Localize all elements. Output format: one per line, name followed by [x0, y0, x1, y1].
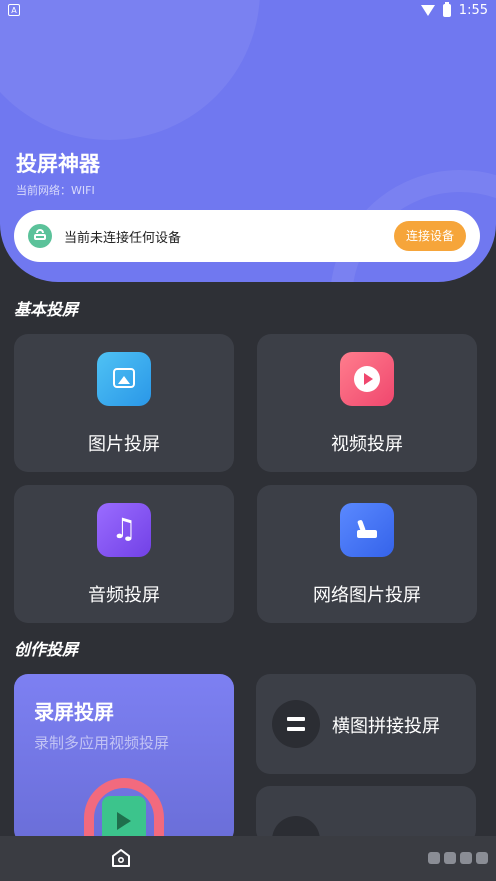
- tile-video-cast[interactable]: 视频投屏: [257, 334, 477, 472]
- screen-record-card[interactable]: 录屏投屏 录制多应用视频投屏: [14, 674, 234, 844]
- web-image-icon: [340, 503, 394, 557]
- section-title-creative: 创作投屏: [14, 640, 79, 659]
- tile-label: 视频投屏: [331, 434, 403, 455]
- notification-icon: A: [8, 4, 20, 16]
- image-icon: [97, 352, 151, 406]
- tile-image-cast[interactable]: 图片投屏: [14, 334, 234, 472]
- record-title: 录屏投屏: [34, 700, 114, 724]
- stitch-cast-card[interactable]: 横图拼接投屏: [256, 674, 476, 774]
- system-tray: [428, 852, 488, 864]
- connect-device-button[interactable]: 连接设备: [394, 221, 466, 251]
- tile-label: 图片投屏: [88, 434, 160, 455]
- equals-icon: [272, 700, 320, 748]
- tray-icon: [444, 852, 456, 864]
- app-title: 投屏神器: [16, 152, 100, 176]
- battery-icon: [442, 2, 451, 17]
- music-note-icon: ♫: [97, 503, 151, 557]
- video-play-icon: [340, 352, 394, 406]
- tile-web-image-cast[interactable]: 网络图片投屏: [257, 485, 477, 623]
- tile-label: 音频投屏: [88, 585, 160, 606]
- section-title-basic: 基本投屏: [14, 300, 79, 319]
- router-icon: [28, 224, 52, 248]
- headphone-video-illustration: [84, 778, 164, 844]
- clock: 1:55: [458, 3, 488, 18]
- navigation-bar: [0, 836, 496, 881]
- status-bar: A 1:55: [0, 0, 496, 24]
- record-subtitle: 录制多应用视频投屏: [34, 734, 170, 752]
- tray-icon: [460, 852, 472, 864]
- tile-label: 网络图片投屏: [313, 585, 421, 606]
- tile-audio-cast[interactable]: ♫ 音频投屏: [14, 485, 234, 623]
- wifi-icon: [420, 5, 435, 16]
- stitch-label: 横图拼接投屏: [332, 716, 440, 737]
- connection-card: 当前未连接任何设备 连接设备: [14, 210, 480, 262]
- network-status: 当前网络：WIFI: [16, 184, 95, 197]
- tray-icon: [476, 852, 488, 864]
- connection-status-text: 当前未连接任何设备: [64, 231, 182, 246]
- home-icon[interactable]: [111, 848, 131, 868]
- status-icons: 1:55: [420, 2, 488, 18]
- tray-icon: [428, 852, 440, 864]
